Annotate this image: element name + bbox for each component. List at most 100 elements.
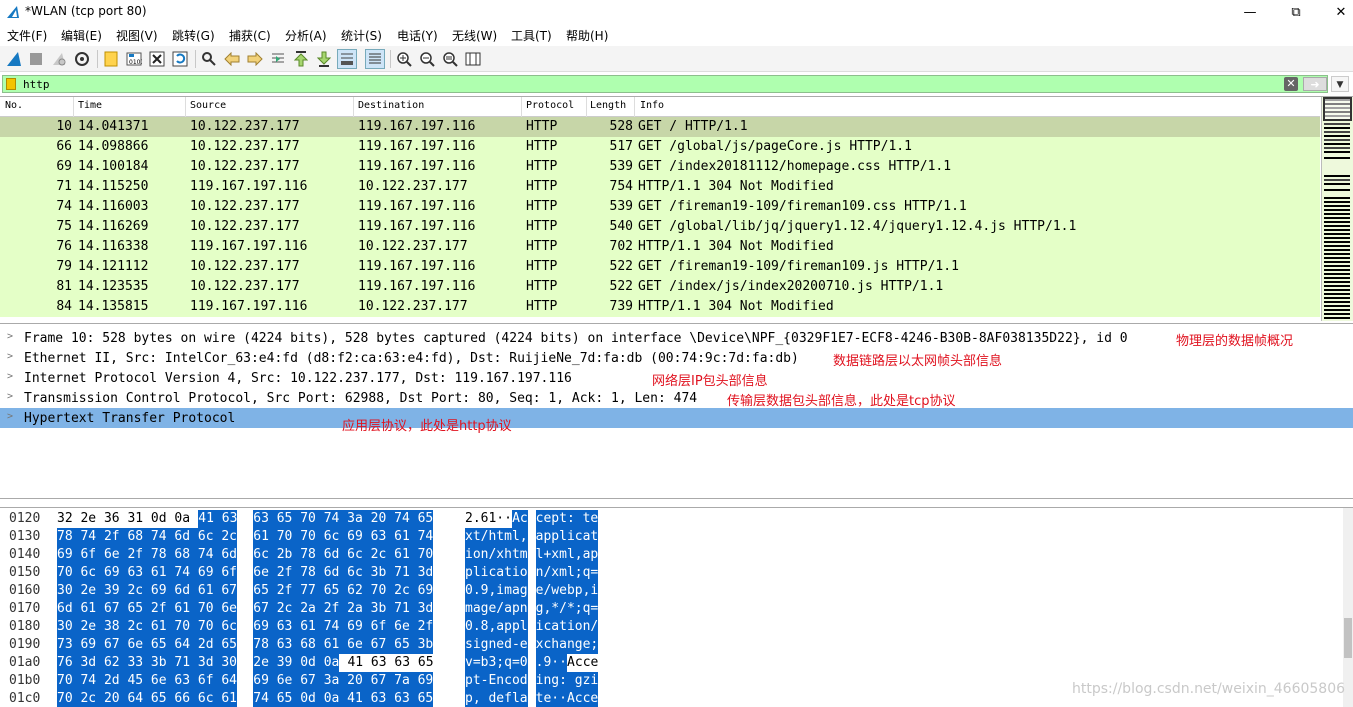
packet-row[interactable]: 10 14.041371 10.122.237.177 119.167.197.116… [0, 117, 1320, 137]
go-to-packet-icon[interactable] [268, 49, 288, 69]
close-icon[interactable]: ✕ [1318, 0, 1353, 24]
menu-tools[interactable]: 工具(T) [511, 27, 552, 44]
detail-row-ethernet[interactable]: > Ethernet II, Src: IntelCor_63:e4:fd (d… [0, 348, 1353, 368]
packet-cell-len: 539 [609, 159, 633, 174]
packet-cell-proto: HTTP [526, 259, 558, 274]
capture-options-icon[interactable] [72, 49, 92, 69]
menu-help[interactable]: 帮助(H) [566, 27, 608, 44]
detail-row-tcp[interactable]: > Transmission Control Protocol, Src Por… [0, 388, 1353, 408]
hex-segment: 69 6e 67 3a 20 67 7a 69 [253, 672, 434, 690]
expand-arrow-icon[interactable]: > [7, 331, 13, 342]
save-file-icon[interactable]: 0101 [124, 49, 144, 69]
autoscroll-icon[interactable] [337, 49, 357, 69]
display-filter-input[interactable] [23, 77, 1273, 91]
menu-file[interactable]: 文件(F) [7, 27, 47, 44]
stop-capture-icon[interactable] [26, 49, 46, 69]
menu-capture[interactable]: 捕获(C) [229, 27, 271, 44]
menu-wireless[interactable]: 无线(W) [452, 27, 497, 44]
packet-minimap-scrollbar[interactable] [1321, 97, 1353, 321]
ascii-segment: pt-Encod [465, 672, 528, 690]
column-header-source[interactable]: Source [190, 100, 226, 111]
column-header-no[interactable]: No. [5, 100, 23, 111]
detail-row-http[interactable]: > Hypertext Transfer Protocol [0, 408, 1353, 428]
hex-segment: 78 63 68 61 6e 67 65 3b [253, 636, 434, 654]
restore-icon[interactable]: ⧉ [1273, 0, 1319, 24]
resize-columns-icon[interactable] [463, 49, 483, 69]
open-file-icon[interactable] [101, 49, 121, 69]
packet-cell-src: 10.122.237.177 [190, 159, 300, 174]
colorize-icon[interactable] [365, 49, 385, 69]
packet-row[interactable]: 84 14.135815 119.167.197.116 10.122.237.177… [0, 297, 1320, 317]
first-packet-icon[interactable] [291, 49, 311, 69]
packet-row[interactable]: 76 14.116338 119.167.197.116 10.122.237.177… [0, 237, 1320, 257]
apply-filter-icon[interactable]: ➜ [1303, 77, 1327, 91]
expand-arrow-icon[interactable]: > [7, 411, 13, 422]
packet-cell-info: GET /index20181112/homepage.css HTTP/1.1 [638, 159, 952, 174]
hex-segment: 69 6f 6e 2f 78 68 74 6d [57, 546, 238, 564]
hex-segment: 30 2e 38 2c 61 70 70 6c [57, 618, 238, 636]
menu-edit[interactable]: 编辑(E) [61, 27, 102, 44]
packet-cell-proto: HTTP [526, 119, 558, 134]
find-packet-icon[interactable] [199, 49, 219, 69]
packet-cell-info: GET /index/js/index20200710.js HTTP/1.1 [638, 279, 944, 294]
packet-row[interactable]: 69 14.100184 10.122.237.177 119.167.197.116… [0, 157, 1320, 177]
packet-cell-time: 14.098866 [78, 139, 149, 154]
packet-cell-no: 71 [56, 179, 72, 194]
hex-segment: 30 2e 39 2c 69 6d 61 67 [57, 582, 238, 600]
menu-go[interactable]: 跳转(G) [172, 27, 215, 44]
minimize-icon[interactable]: — [1227, 0, 1273, 24]
start-capture-icon[interactable] [4, 49, 24, 69]
detail-row-frame[interactable]: > Frame 10: 528 bytes on wire (4224 bits… [0, 328, 1353, 348]
go-back-icon[interactable] [222, 49, 242, 69]
expand-arrow-icon[interactable]: > [7, 351, 13, 362]
packet-cell-dst: 119.167.197.116 [358, 139, 476, 154]
packet-cell-no: 81 [56, 279, 72, 294]
packet-cell-dst: 10.122.237.177 [358, 299, 468, 314]
bookmark-icon[interactable] [6, 78, 16, 90]
packet-cell-src: 119.167.197.116 [190, 299, 308, 314]
zoom-out-icon[interactable] [417, 49, 437, 69]
column-header-info[interactable]: Info [640, 100, 664, 111]
bytes-scrollbar-thumb[interactable] [1344, 618, 1352, 658]
packet-cell-len: 522 [609, 279, 633, 294]
close-file-icon[interactable] [147, 49, 167, 69]
packet-row[interactable]: 74 14.116003 10.122.237.177 119.167.197.116… [0, 197, 1320, 217]
column-header-protocol[interactable]: Protocol [526, 100, 574, 111]
bytes-row: 0160 30 2e 39 2c 69 6d 61 67 65 2f 77 65 6… [0, 582, 1353, 600]
window-title: *WLAN (tcp port 80) [25, 4, 147, 18]
menu-analyze[interactable]: 分析(A) [285, 27, 327, 44]
packet-cell-no: 76 [56, 239, 72, 254]
menu-statistics[interactable]: 统计(S) [341, 27, 382, 44]
minimap-thumb[interactable] [1323, 97, 1352, 121]
last-packet-icon[interactable] [314, 49, 334, 69]
clear-filter-icon[interactable]: ✕ [1284, 77, 1298, 91]
bytes-scrollbar[interactable] [1343, 508, 1353, 707]
expand-arrow-icon[interactable]: > [7, 391, 13, 402]
packet-cell-dst: 119.167.197.116 [358, 119, 476, 134]
packet-row[interactable]: 71 14.115250 119.167.197.116 10.122.237.177… [0, 177, 1320, 197]
bytes-row: 0150 70 6c 69 63 61 74 69 6f 6e 2f 78 6d 6… [0, 564, 1353, 582]
watermark: https://blog.csdn.net/weixin_46605806 [1072, 681, 1346, 697]
packet-row[interactable]: 79 14.121112 10.122.237.177 119.167.197.116… [0, 257, 1320, 277]
packet-cell-len: 540 [609, 219, 633, 234]
reload-file-icon[interactable] [170, 49, 190, 69]
hex-segment: 41 63 [198, 510, 238, 528]
column-header-length[interactable]: Length [590, 100, 626, 111]
column-header-destination[interactable]: Destination [358, 100, 424, 111]
packet-row[interactable]: 66 14.098866 10.122.237.177 119.167.197.116… [0, 137, 1320, 157]
zoom-in-icon[interactable] [394, 49, 414, 69]
normal-size-icon[interactable] [440, 49, 460, 69]
ascii-segment: signed-e [465, 636, 528, 654]
restart-capture-icon[interactable] [49, 49, 69, 69]
ascii-segment: xchange; [535, 636, 599, 654]
packet-row[interactable]: 81 14.123535 10.122.237.177 119.167.197.116… [0, 277, 1320, 297]
packet-cell-time: 14.116269 [78, 219, 149, 234]
column-header-time[interactable]: Time [78, 100, 102, 111]
filter-history-dropdown-icon[interactable]: ▼ [1331, 76, 1349, 92]
expand-arrow-icon[interactable]: > [7, 371, 13, 382]
menu-view[interactable]: 视图(V) [116, 27, 158, 44]
packet-row[interactable]: 75 14.116269 10.122.237.177 119.167.197.116… [0, 217, 1320, 237]
bytes-offset: 01c0 [9, 691, 41, 706]
menu-telephony[interactable]: 电话(Y) [397, 27, 438, 44]
go-forward-icon[interactable] [245, 49, 265, 69]
